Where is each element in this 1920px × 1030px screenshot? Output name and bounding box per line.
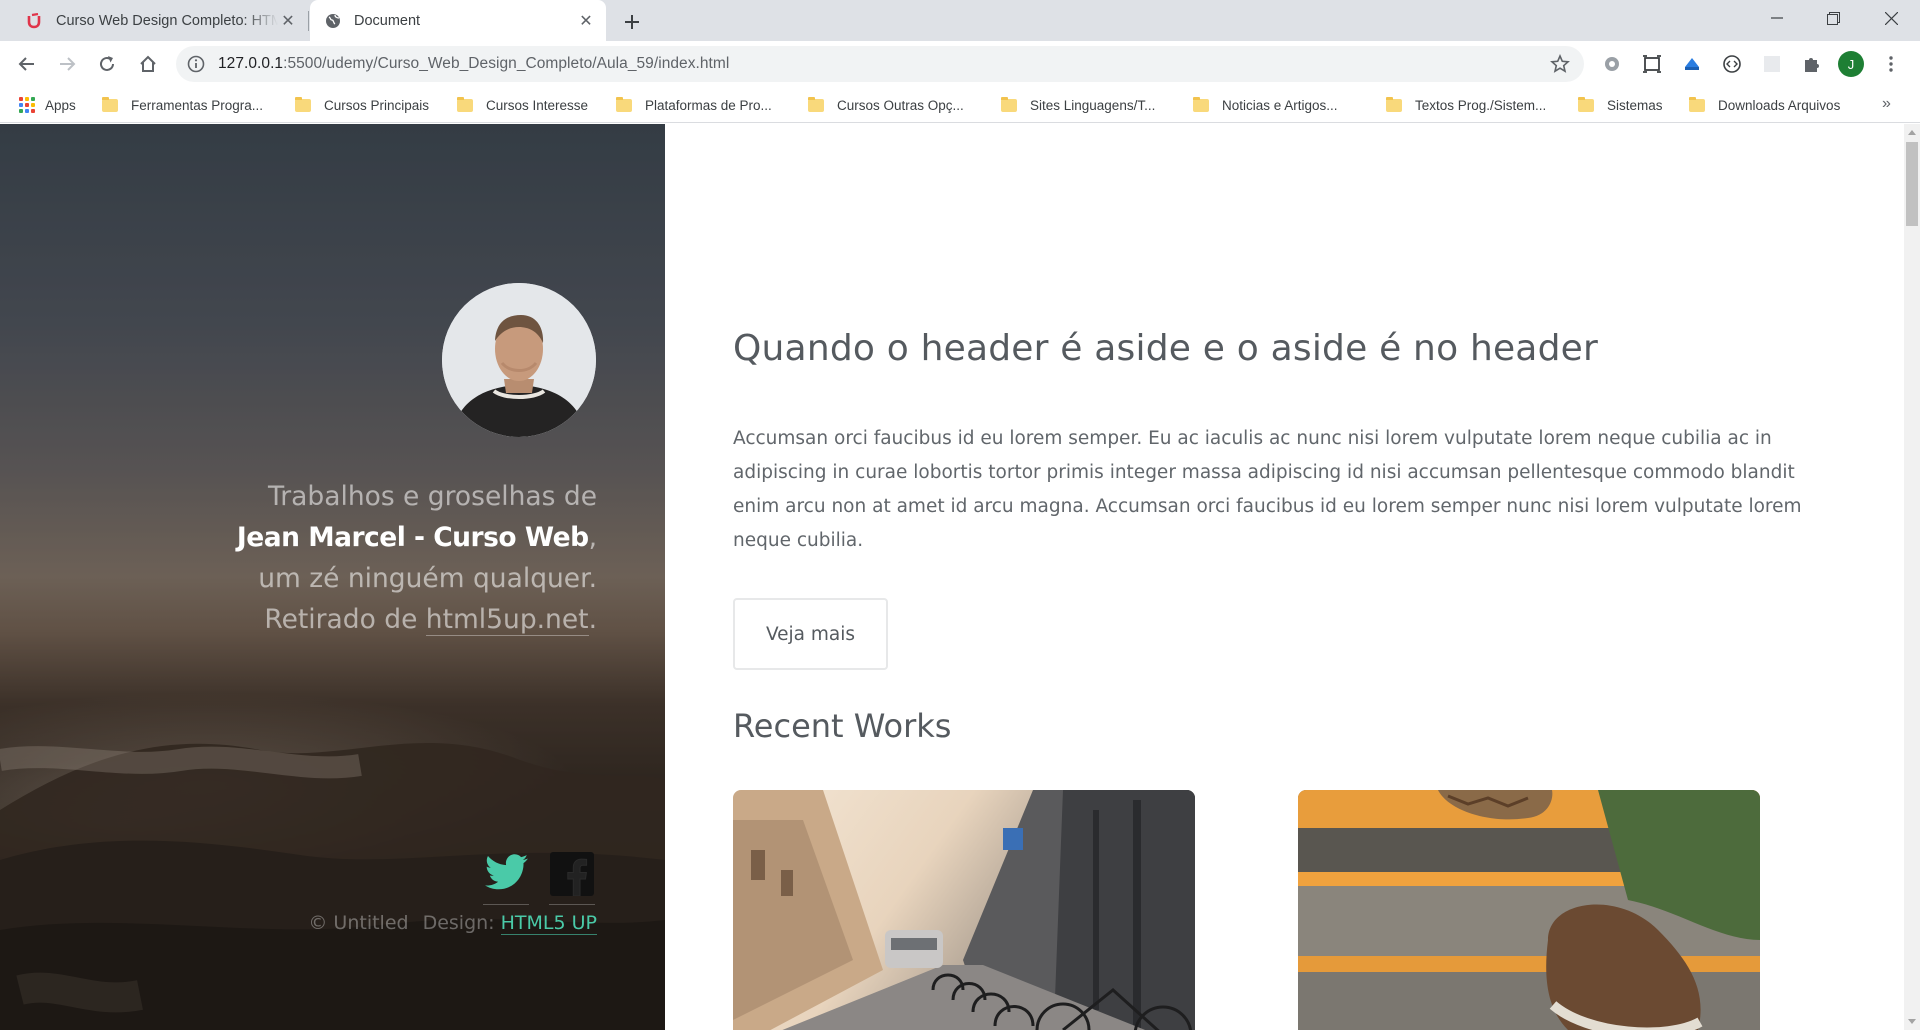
forward-icon[interactable] bbox=[52, 49, 82, 79]
intro-paragraph: Accumsan orci faucibus id eu lorem sempe… bbox=[733, 428, 1802, 551]
tab-separator bbox=[308, 11, 309, 31]
extension-drive-icon[interactable] bbox=[1681, 53, 1703, 75]
extension-screenshot-icon[interactable] bbox=[1641, 53, 1663, 75]
facebook-icon[interactable] bbox=[549, 851, 595, 897]
folder-icon bbox=[457, 96, 473, 112]
folder-icon bbox=[808, 96, 824, 112]
recent-works-heading: Recent Works bbox=[733, 707, 952, 745]
bookmark-folder[interactable]: Downloads Arquivos bbox=[1689, 95, 1840, 115]
profile-avatar[interactable]: J bbox=[1838, 51, 1864, 77]
bookmark-folder[interactable]: Ferramentas Progra... bbox=[102, 95, 263, 115]
url-path: :5500/udemy/Curso_Web_Design_Completo/Au… bbox=[283, 55, 730, 72]
work-thumbnail-street[interactable] bbox=[733, 790, 1195, 1030]
url-host: 127.0.0.1 bbox=[218, 55, 284, 72]
globe-icon bbox=[324, 12, 342, 30]
intro-text: Trabalhos e groselhas de Jean Marcel - C… bbox=[77, 476, 597, 640]
bookmark-folder[interactable]: Cursos Interesse bbox=[457, 95, 588, 115]
bookmark-folder[interactable]: Plataformas de Pro... bbox=[616, 95, 772, 115]
tab-udemy[interactable]: Curso Web Design Completo: HTML ✕ bbox=[8, 0, 308, 41]
intro-period: . bbox=[588, 604, 597, 635]
folder-icon bbox=[1001, 96, 1017, 112]
intro-line: Trabalhos e groselhas de bbox=[267, 481, 597, 512]
minimize-icon[interactable] bbox=[1754, 0, 1800, 36]
tab-document[interactable]: Document ✕ bbox=[310, 0, 606, 41]
bookmark-label: Downloads Arquivos bbox=[1718, 97, 1841, 113]
bookmark-label: Cursos Interesse bbox=[486, 97, 589, 113]
bookmark-label: Apps bbox=[45, 97, 76, 113]
folder-icon bbox=[1193, 96, 1209, 112]
bookmark-folder[interactable]: Cursos Outras Opç... bbox=[808, 95, 964, 115]
bookmark-folder[interactable]: Noticias e Artigos... bbox=[1193, 95, 1338, 115]
extension-code-icon[interactable] bbox=[1721, 53, 1743, 75]
url-text: 127.0.0.1:5500/udemy/Curso_Web_Design_Co… bbox=[218, 55, 729, 73]
tab-strip: Curso Web Design Completo: HTML ✕ Docume… bbox=[0, 0, 1920, 41]
intro-line: um zé ninguém qualquer. bbox=[258, 563, 597, 594]
bookmarks-overflow-button[interactable]: » bbox=[1882, 95, 1891, 113]
author-name: Jean Marcel - Curso Web bbox=[236, 522, 589, 553]
reload-icon[interactable] bbox=[92, 49, 122, 79]
facebook-underline bbox=[549, 904, 595, 905]
bookmark-label: Cursos Outras Opç... bbox=[837, 97, 964, 113]
apps-grid-icon bbox=[19, 97, 35, 113]
bookmark-label: Sites Linguagens/T... bbox=[1030, 97, 1156, 113]
bookmark-folder[interactable]: Sistemas bbox=[1578, 95, 1663, 115]
bookmark-label: Ferramentas Progra... bbox=[131, 97, 264, 113]
scroll-down-icon[interactable] bbox=[1904, 1014, 1920, 1030]
twitter-underline bbox=[483, 904, 529, 905]
copyright-text: © Untitled bbox=[308, 912, 409, 934]
twitter-icon[interactable] bbox=[483, 851, 529, 897]
bookmarks-bar: Apps Ferramentas Progra... Cursos Princi… bbox=[0, 87, 1920, 123]
folder-icon bbox=[1689, 96, 1705, 112]
site-info-icon[interactable] bbox=[187, 55, 205, 73]
bookmark-star-icon[interactable] bbox=[1550, 53, 1570, 74]
avatar bbox=[442, 283, 596, 437]
bookmark-folder[interactable]: Textos Prog./Sistem... bbox=[1386, 95, 1546, 115]
menu-kebab-icon[interactable] bbox=[1880, 53, 1902, 75]
extensions-puzzle-icon[interactable] bbox=[1801, 53, 1823, 75]
bookmark-label: Plataformas de Pro... bbox=[645, 97, 772, 113]
close-tab-icon[interactable]: ✕ bbox=[278, 11, 298, 31]
new-tab-icon[interactable] bbox=[618, 8, 646, 36]
bookmark-folder[interactable]: Sites Linguagens/T... bbox=[1001, 95, 1155, 115]
main-content: Quando o header é aside e o aside é no h… bbox=[665, 124, 1904, 1030]
intro-comma: , bbox=[588, 522, 597, 553]
bookmark-label: Sistemas bbox=[1607, 97, 1663, 113]
page-viewport: Trabalhos e groselhas de Jean Marcel - C… bbox=[0, 124, 1904, 1030]
intro-line: Retirado de bbox=[264, 604, 426, 635]
html5up-link[interactable]: html5up.net bbox=[425, 604, 589, 636]
page-title: Quando o header é aside e o aside é no h… bbox=[733, 328, 1598, 369]
folder-icon bbox=[102, 96, 118, 112]
page-scrollbar[interactable] bbox=[1904, 124, 1920, 1030]
address-bar[interactable]: 127.0.0.1:5500/udemy/Curso_Web_Design_Co… bbox=[176, 46, 1584, 82]
restore-icon[interactable] bbox=[1810, 0, 1856, 36]
close-window-icon[interactable] bbox=[1868, 0, 1914, 36]
tab-title: Document bbox=[354, 12, 421, 29]
tab-title: Curso Web Design Completo: HTML bbox=[56, 12, 278, 29]
bookmark-apps[interactable]: Apps bbox=[19, 95, 76, 115]
scrollbar-thumb[interactable] bbox=[1906, 142, 1918, 226]
folder-icon bbox=[1386, 96, 1402, 112]
sidebar-header: Trabalhos e groselhas de Jean Marcel - C… bbox=[0, 124, 665, 1030]
copyright: © Untitled Design: HTML5 UP bbox=[308, 912, 597, 935]
folder-icon bbox=[1578, 96, 1594, 112]
folder-icon bbox=[616, 96, 632, 112]
html5-up-link[interactable]: HTML5 UP bbox=[500, 912, 597, 935]
folder-icon bbox=[295, 96, 311, 112]
extension-blank-icon[interactable] bbox=[1761, 53, 1783, 75]
see-more-button[interactable]: Veja mais bbox=[733, 598, 888, 670]
home-icon[interactable] bbox=[133, 49, 163, 79]
extension-gear-icon[interactable] bbox=[1601, 53, 1623, 75]
bookmark-label: Noticias e Artigos... bbox=[1222, 97, 1338, 113]
bookmark-folder[interactable]: Cursos Principais bbox=[295, 95, 429, 115]
udemy-logo-icon bbox=[26, 12, 44, 30]
work-thumbnail-stairs[interactable] bbox=[1298, 790, 1760, 1030]
bookmark-label: Textos Prog./Sistem... bbox=[1415, 97, 1547, 113]
back-icon[interactable] bbox=[12, 49, 42, 79]
bookmark-label: Cursos Principais bbox=[324, 97, 430, 113]
close-tab-icon[interactable]: ✕ bbox=[576, 11, 596, 31]
scroll-up-icon[interactable] bbox=[1904, 124, 1920, 140]
design-label: Design: bbox=[422, 912, 501, 934]
browser-toolbar: 127.0.0.1:5500/udemy/Curso_Web_Design_Co… bbox=[0, 41, 1920, 87]
